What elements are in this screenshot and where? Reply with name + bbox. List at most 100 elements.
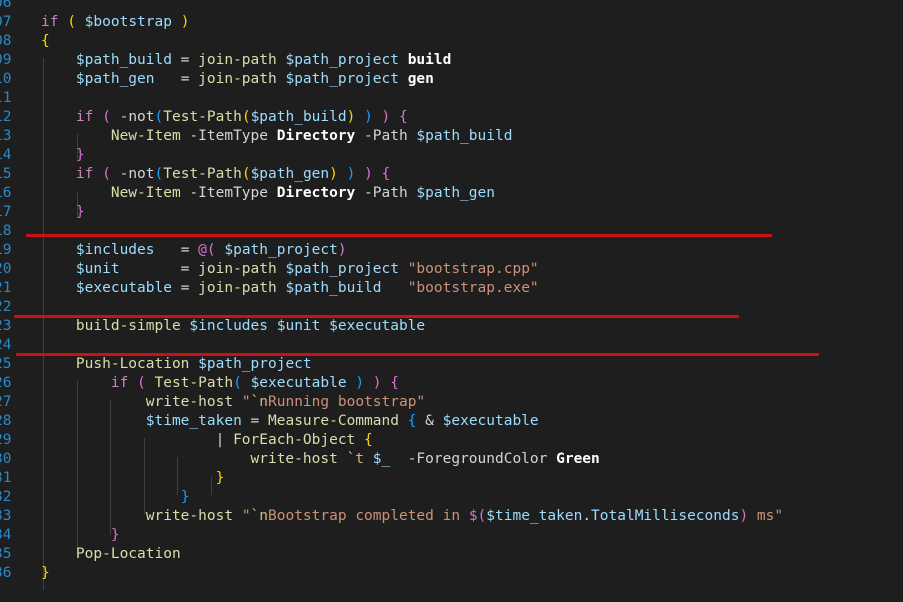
annotation-line xyxy=(16,353,819,356)
line-number: 30 xyxy=(0,451,12,467)
code-line[interactable]: 21 $executable = join-path $path_build "… xyxy=(0,279,903,298)
code-text[interactable]: $path_gen = join-path $path_project gen xyxy=(41,70,434,89)
code-text[interactable]: Push-Location $path_project xyxy=(41,355,312,374)
code-token: = xyxy=(171,52,199,68)
code-line[interactable]: 27 write-host "`nRunning bootstrap" xyxy=(0,393,903,412)
code-text[interactable]: $unit = join-path $path_project "bootstr… xyxy=(41,260,539,279)
code-line[interactable]: 32 } xyxy=(0,488,903,507)
code-text[interactable]: } xyxy=(41,146,85,165)
code-line[interactable]: 13 New-Item -ItemType Directory -Path $p… xyxy=(0,127,903,146)
code-token: TotalMilliseconds xyxy=(591,508,740,524)
line-number: 15 xyxy=(0,166,12,182)
code-token: -Path xyxy=(355,128,417,144)
code-token: `n xyxy=(250,508,269,524)
code-line[interactable]: 08 { xyxy=(0,32,903,51)
code-line[interactable]: 23 build-simple $includes $unit $executa… xyxy=(0,317,903,336)
code-text[interactable]: } xyxy=(41,564,50,583)
code-text[interactable]: build-simple $includes $unit $executable xyxy=(41,317,425,336)
code-token: ForEach-Object xyxy=(233,432,356,448)
code-line[interactable]: 16 New-Item -ItemType Directory -Path $p… xyxy=(0,184,903,203)
code-token: ) xyxy=(180,14,190,30)
code-line[interactable]: 34 } xyxy=(0,526,903,545)
code-line[interactable]: 36} xyxy=(0,564,903,583)
code-line[interactable]: 25 Push-Location $path_project xyxy=(0,355,903,374)
code-text[interactable]: if ( -not(Test-Path($path_build) ) ) { xyxy=(41,108,408,127)
code-text[interactable]: } xyxy=(41,469,225,488)
code-line[interactable]: 14 } xyxy=(0,146,903,165)
line-number: 21 xyxy=(0,280,12,296)
code-text[interactable]: write-host "`nRunning bootstrap" xyxy=(41,393,425,412)
code-text[interactable]: { xyxy=(41,32,50,51)
code-line[interactable]: 30 write-host `t $_ -ForegroundColor Gre… xyxy=(0,450,903,469)
code-line[interactable]: 33 write-host "`nBootstrap completed in … xyxy=(0,507,903,526)
code-line[interactable]: 20 $unit = join-path $path_project "boot… xyxy=(0,260,903,279)
code-line[interactable]: 10 $path_gen = join-path $path_project g… xyxy=(0,70,903,89)
code-text[interactable]: | ForEach-Object { xyxy=(41,431,373,450)
code-line[interactable]: 09 $path_build = join-path $path_project… xyxy=(0,51,903,70)
code-token: Directory xyxy=(276,185,356,201)
code-token: $unit xyxy=(75,261,120,277)
code-editor[interactable]: 06 07 if ( $bootstrap ) 08 {09 $path_build =… xyxy=(0,0,903,602)
code-line[interactable]: 28 $time_taken = Measure-Command { & $ex… xyxy=(0,412,903,431)
code-line[interactable]: 06 xyxy=(0,0,903,13)
code-text[interactable]: if ( -not(Test-Path($path_gen) ) ) { xyxy=(41,165,390,184)
code-text[interactable]: } xyxy=(41,488,190,507)
code-token: $executable xyxy=(250,375,347,391)
code-token: if xyxy=(110,375,129,391)
code-line[interactable]: 35 Pop-Location xyxy=(0,545,903,564)
code-text[interactable]: New-Item -ItemType Directory -Path $path… xyxy=(41,184,495,203)
code-token: New-Item xyxy=(110,128,181,144)
code-token: -ItemType xyxy=(180,128,277,144)
code-token: build xyxy=(407,52,452,68)
code-text[interactable]: $includes = @( $path_project) xyxy=(41,241,347,260)
code-text[interactable]: if ( $bootstrap ) xyxy=(41,13,189,32)
code-token: $bootstrap xyxy=(84,14,172,30)
code-line[interactable]: 26 if ( Test-Path( $executable ) ) { xyxy=(0,374,903,393)
code-text[interactable]: } xyxy=(41,203,85,222)
code-line[interactable]: 11 xyxy=(0,89,903,108)
code-line[interactable]: 29 | ForEach-Object { xyxy=(0,431,903,450)
code-line[interactable]: 18 xyxy=(0,222,903,241)
code-text[interactable]: if ( Test-Path( $executable ) ) { xyxy=(41,374,399,393)
code-token: ms" xyxy=(748,508,784,524)
code-text[interactable]: write-host "`nBootstrap completed in $($… xyxy=(41,507,783,526)
code-text[interactable]: $time_taken = Measure-Command { & $execu… xyxy=(41,412,539,431)
code-token: { xyxy=(399,109,408,125)
code-token: `t xyxy=(346,451,365,467)
code-token: Bootstrap completed in xyxy=(268,508,469,524)
line-number: 11 xyxy=(0,90,12,106)
code-text[interactable]: Pop-Location xyxy=(41,545,181,564)
code-line[interactable]: 07 if ( $bootstrap ) xyxy=(0,13,903,32)
code-text[interactable]: $executable = join-path $path_build "boo… xyxy=(41,279,539,298)
code-line[interactable]: 15 if ( -not(Test-Path($path_gen) ) ) { xyxy=(0,165,903,184)
code-token: Directory xyxy=(276,128,356,144)
code-text[interactable]: } xyxy=(41,526,120,545)
code-token: -not xyxy=(110,166,155,182)
line-number: 22 xyxy=(0,299,12,315)
code-line[interactable]: 12 if ( -not(Test-Path($path_build) ) ) … xyxy=(0,108,903,127)
code-token: $time_taken xyxy=(486,508,583,524)
code-line[interactable]: 17 } xyxy=(0,203,903,222)
code-token: = xyxy=(119,261,199,277)
code-line[interactable]: 31 } xyxy=(0,469,903,488)
line-number: 06 xyxy=(0,0,12,11)
code-text[interactable]: write-host `t $_ -ForegroundColor Green xyxy=(41,450,600,469)
code-line[interactable]: 19 $includes = @( $path_project) xyxy=(0,241,903,260)
code-text[interactable]: New-Item -ItemType Directory -Path $path… xyxy=(41,127,513,146)
code-token: Test-Path xyxy=(163,166,242,182)
code-token: ( xyxy=(67,14,76,30)
code-text[interactable]: $path_build = join-path $path_project bu… xyxy=(41,51,451,70)
